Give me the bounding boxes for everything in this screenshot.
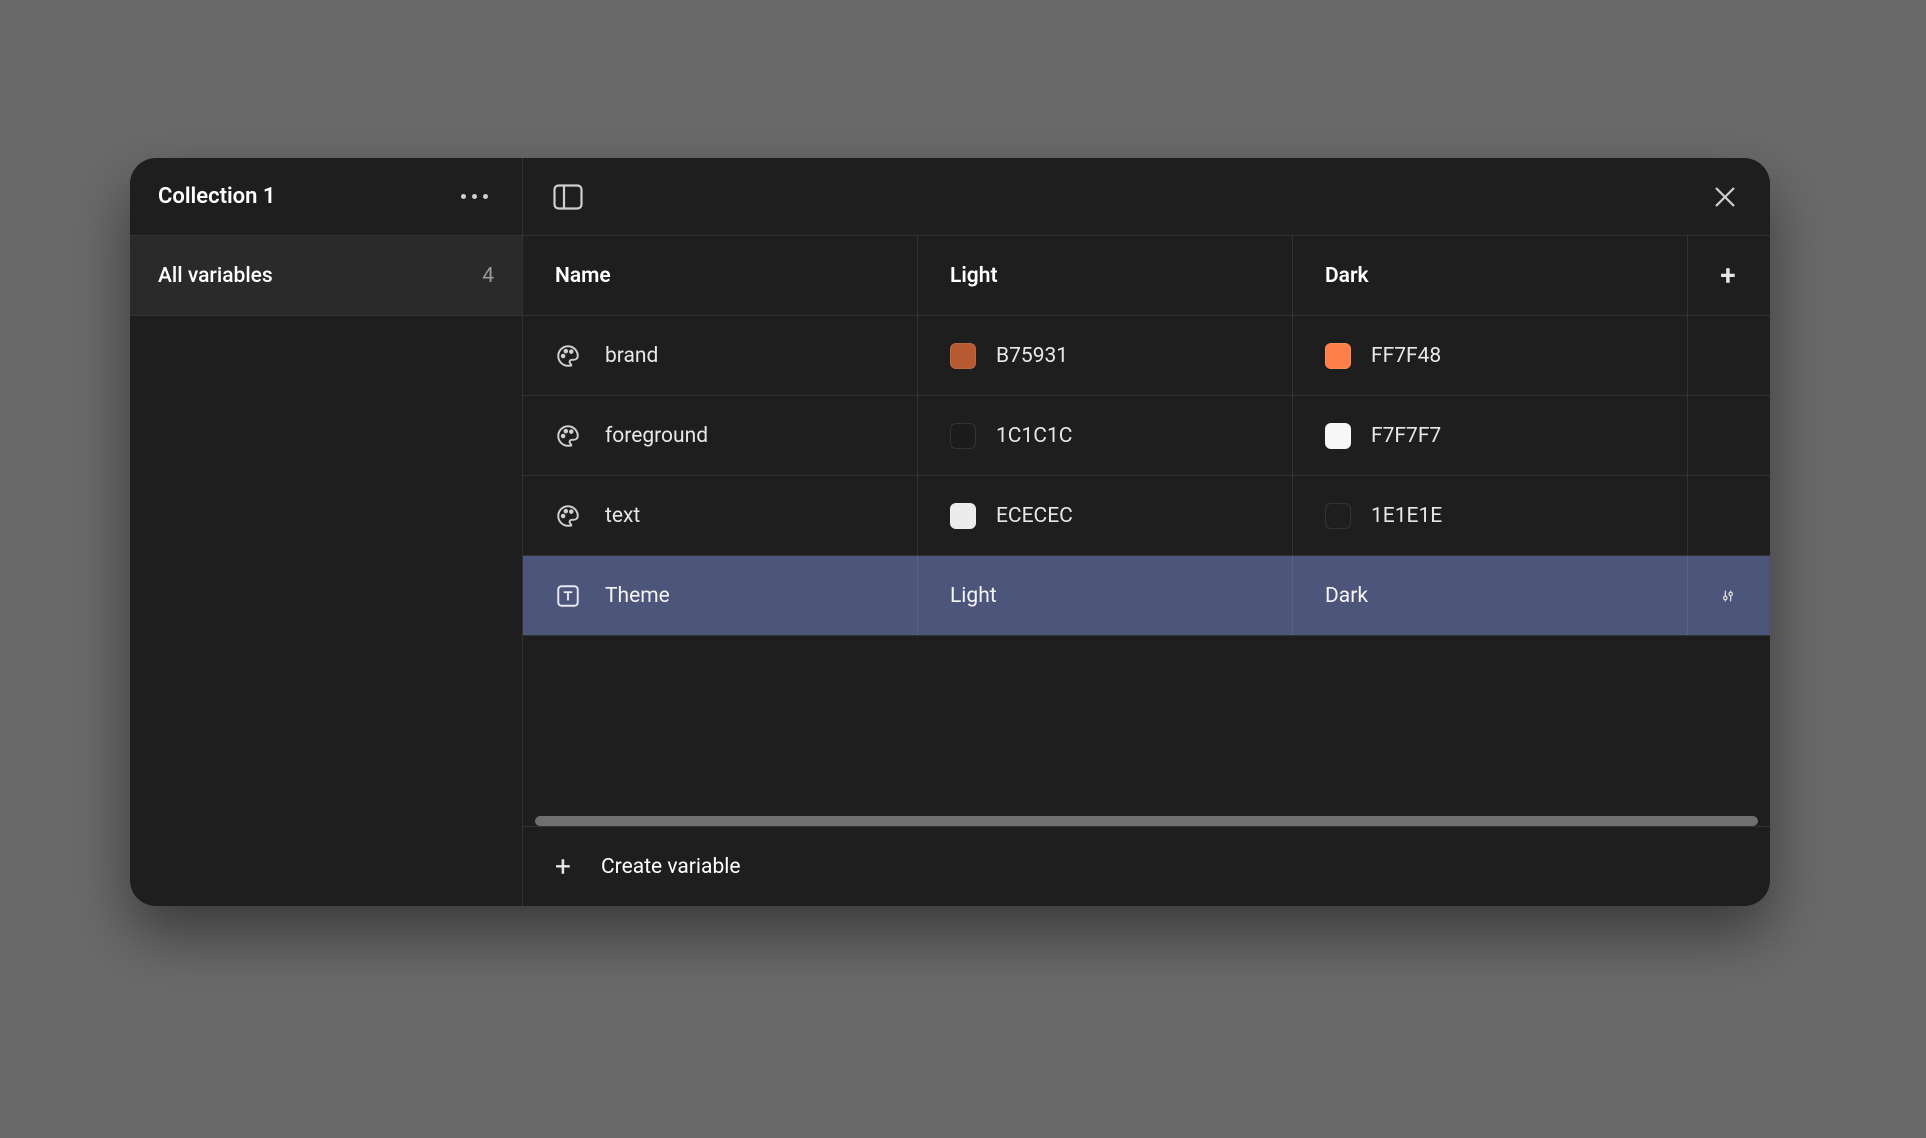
variable-value: FF7F48 (1371, 344, 1441, 368)
main-header (523, 158, 1770, 236)
color-swatch (950, 423, 976, 449)
variable-value: B75931 (996, 344, 1068, 368)
variable-value-cell[interactable]: ECECEC (918, 476, 1293, 555)
collection-title[interactable]: Collection 1 (158, 184, 275, 209)
horizontal-scrollbar[interactable] (535, 816, 1758, 826)
variable-value-cell[interactable]: F7F7F7 (1293, 396, 1688, 475)
color-swatch (1325, 343, 1351, 369)
close-button[interactable] (1708, 180, 1742, 214)
sidebar-toggle-icon (553, 184, 583, 210)
palette-icon (555, 423, 581, 449)
variable-value-cell[interactable]: Light (918, 556, 1293, 635)
variables-window: Collection 1 All variables 4 (130, 158, 1770, 906)
column-header-mode-2[interactable]: Dark (1293, 236, 1688, 315)
table-body: brand B75931 FF7F48 (523, 316, 1770, 812)
column-header-mode-1[interactable]: Light (918, 236, 1293, 315)
table-head: Name Light Dark + (523, 236, 1770, 316)
row-actions-cell (1688, 396, 1768, 475)
color-swatch (950, 343, 976, 369)
variable-value-cell[interactable]: B75931 (918, 316, 1293, 395)
variable-value: 1E1E1E (1371, 504, 1442, 528)
more-icon (483, 194, 488, 199)
variable-name: brand (605, 344, 658, 368)
text-type-icon (555, 583, 581, 609)
column-header-name[interactable]: Name (523, 236, 918, 315)
sliders-icon (1720, 583, 1736, 609)
color-swatch (1325, 423, 1351, 449)
scrollbar-thumb[interactable] (535, 816, 1758, 826)
table-row[interactable]: Theme Light Dark (523, 556, 1770, 636)
palette-icon (555, 343, 581, 369)
sidebar-item-all-variables[interactable]: All variables 4 (130, 236, 522, 316)
more-icon (461, 194, 466, 199)
variable-value-cell[interactable]: FF7F48 (1293, 316, 1688, 395)
variable-value-cell[interactable]: 1E1E1E (1293, 476, 1688, 555)
sidebar-item-label: All variables (158, 264, 273, 288)
more-menu-button[interactable] (455, 188, 494, 205)
variable-value: Light (950, 584, 997, 608)
variable-name-cell[interactable]: text (523, 476, 918, 555)
row-actions-cell (1688, 476, 1768, 555)
create-variable-label: Create variable (601, 855, 740, 879)
table-row[interactable]: text ECECEC 1E1E1E (523, 476, 1770, 556)
variables-table: Name Light Dark + (523, 236, 1770, 906)
palette-icon (555, 503, 581, 529)
variable-name: foreground (605, 424, 708, 448)
variable-name: text (605, 504, 640, 528)
table-row[interactable]: foreground 1C1C1C F7F7F7 (523, 396, 1770, 476)
variable-name-cell[interactable]: Theme (523, 556, 918, 635)
row-actions-cell (1688, 316, 1768, 395)
plus-icon: + (1720, 262, 1735, 290)
close-icon (1713, 185, 1737, 209)
panel-toggle-button[interactable] (551, 180, 585, 214)
variable-name-cell[interactable]: foreground (523, 396, 918, 475)
variable-value: Dark (1325, 584, 1368, 608)
create-variable-button[interactable]: + Create variable (523, 826, 1770, 906)
variable-value-cell[interactable]: Dark (1293, 556, 1688, 635)
plus-icon: + (551, 853, 575, 881)
color-swatch (1325, 503, 1351, 529)
more-icon (472, 194, 477, 199)
variable-name: Theme (605, 584, 670, 608)
sidebar: Collection 1 All variables 4 (130, 158, 523, 906)
row-settings-button[interactable] (1688, 556, 1768, 635)
add-mode-button[interactable]: + (1688, 236, 1768, 315)
variable-value: ECECEC (996, 504, 1073, 528)
variable-value: F7F7F7 (1371, 424, 1441, 448)
main-panel: Name Light Dark + (523, 158, 1770, 906)
color-swatch (950, 503, 976, 529)
variable-value: 1C1C1C (996, 424, 1072, 448)
table-row[interactable]: brand B75931 FF7F48 (523, 316, 1770, 396)
variable-name-cell[interactable]: brand (523, 316, 918, 395)
variable-value-cell[interactable]: 1C1C1C (918, 396, 1293, 475)
sidebar-header: Collection 1 (130, 158, 522, 236)
sidebar-item-count: 4 (482, 264, 494, 288)
